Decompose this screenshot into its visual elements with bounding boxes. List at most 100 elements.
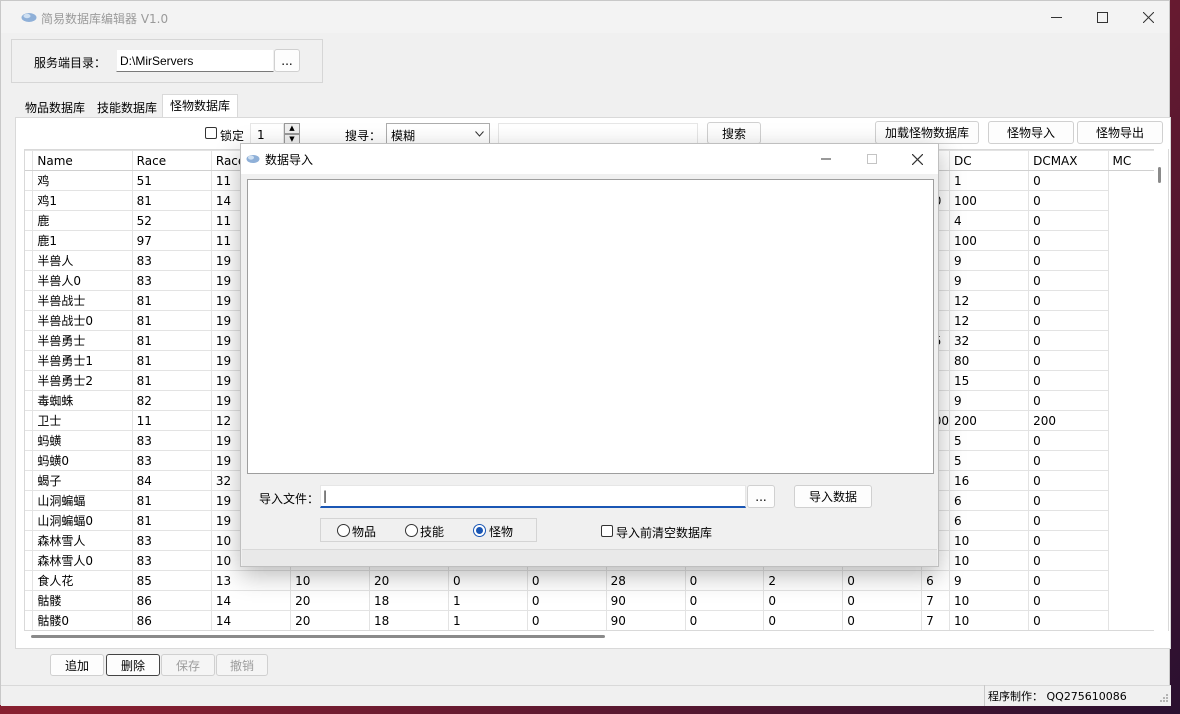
table-cell[interactable]: 0 bbox=[1028, 390, 1109, 411]
table-cell[interactable]: 100 bbox=[948, 190, 1030, 211]
table-cell[interactable]: 6 bbox=[921, 570, 950, 591]
import-data-button[interactable]: 导入数据 bbox=[794, 485, 872, 508]
table-cell[interactable]: 5 bbox=[948, 430, 1030, 451]
table-cell[interactable]: 0 bbox=[1028, 190, 1109, 211]
close-button[interactable] bbox=[1125, 1, 1171, 33]
table-cell[interactable]: 20 bbox=[290, 610, 371, 630]
tab-skills[interactable]: 技能数据库 bbox=[97, 99, 157, 116]
table-cell[interactable]: 0 bbox=[1028, 170, 1109, 191]
table-cell[interactable]: 0 bbox=[684, 610, 765, 630]
monster-export-button[interactable]: 怪物导出 bbox=[1077, 121, 1163, 144]
load-monster-db-button[interactable]: 加载怪物数据库 bbox=[875, 121, 979, 144]
table-cell[interactable]: 52 bbox=[131, 210, 212, 231]
table-cell[interactable]: 86 bbox=[131, 590, 212, 611]
table-cell[interactable]: 9 bbox=[948, 250, 1030, 271]
row-header[interactable] bbox=[25, 570, 34, 591]
table-cell[interactable]: 0 bbox=[684, 570, 765, 591]
table-cell[interactable]: 半兽战士 bbox=[32, 290, 133, 311]
table-cell[interactable]: 半兽人0 bbox=[32, 270, 133, 291]
table-cell[interactable]: 0 bbox=[1028, 270, 1109, 291]
table-cell[interactable]: 84 bbox=[131, 470, 212, 491]
table-cell[interactable]: 83 bbox=[131, 270, 212, 291]
row-header[interactable] bbox=[25, 390, 34, 411]
dialog-minimize-button[interactable] bbox=[803, 144, 849, 174]
table-cell[interactable]: 14 bbox=[210, 590, 292, 611]
import-browse-button[interactable]: ... bbox=[747, 485, 775, 508]
table-cell[interactable]: 鹿1 bbox=[32, 230, 133, 251]
table-cell[interactable]: 10 bbox=[948, 610, 1030, 630]
clear-before-import-checkbox[interactable] bbox=[601, 525, 613, 537]
table-cell[interactable]: 7 bbox=[921, 610, 950, 630]
table-cell[interactable]: 10 bbox=[948, 590, 1030, 611]
table-cell[interactable]: 9 bbox=[948, 570, 1030, 591]
table-cell[interactable]: 森林雪人 bbox=[32, 530, 133, 551]
minimize-button[interactable] bbox=[1033, 1, 1079, 33]
row-header[interactable] bbox=[25, 190, 34, 211]
table-cell[interactable]: 山洞蝙蝠 bbox=[32, 490, 133, 511]
row-header[interactable] bbox=[25, 550, 34, 571]
row-header[interactable] bbox=[25, 410, 34, 431]
dialog-close-button[interactable] bbox=[894, 144, 940, 174]
lock-checkbox[interactable] bbox=[205, 127, 217, 139]
server-directory-input[interactable]: D:\MirServers bbox=[116, 49, 274, 72]
row-header[interactable] bbox=[25, 350, 34, 371]
table-cell[interactable]: 山洞蝙蝠0 bbox=[32, 510, 133, 531]
row-header[interactable] bbox=[25, 590, 34, 611]
table-cell[interactable]: 半兽战士0 bbox=[32, 310, 133, 331]
row-header[interactable] bbox=[25, 510, 34, 531]
radio-items[interactable] bbox=[337, 524, 350, 537]
table-cell[interactable]: 0 bbox=[1028, 430, 1109, 451]
table-cell[interactable]: 100 bbox=[948, 230, 1030, 251]
table-cell[interactable]: 5 bbox=[948, 450, 1030, 471]
monster-import-button[interactable]: 怪物导入 bbox=[988, 121, 1074, 144]
table-cell[interactable]: 0 bbox=[1028, 370, 1109, 391]
table-cell[interactable]: 半兽勇士2 bbox=[32, 370, 133, 391]
table-cell[interactable]: 0 bbox=[842, 610, 923, 630]
lock-spin-input[interactable]: 1 bbox=[250, 123, 284, 145]
table-cell[interactable]: 10 bbox=[948, 550, 1030, 571]
table-cell[interactable]: 0 bbox=[1028, 250, 1109, 271]
table-cell[interactable]: 9 bbox=[948, 390, 1030, 411]
table-cell[interactable]: 14 bbox=[210, 610, 292, 630]
table-cell[interactable]: 90 bbox=[605, 610, 686, 630]
import-file-input[interactable]: | bbox=[320, 485, 746, 508]
server-browse-button[interactable]: ... bbox=[274, 49, 300, 72]
table-cell[interactable]: 81 bbox=[131, 330, 212, 351]
row-header[interactable] bbox=[25, 450, 34, 471]
tab-items[interactable]: 物品数据库 bbox=[25, 99, 85, 116]
table-cell[interactable]: 83 bbox=[131, 250, 212, 271]
table-cell[interactable]: 蝎子 bbox=[32, 470, 133, 491]
table-cell[interactable]: 200 bbox=[948, 410, 1030, 431]
row-header[interactable] bbox=[25, 370, 34, 391]
table-cell[interactable]: 蚂蟥0 bbox=[32, 450, 133, 471]
table-cell[interactable]: 6 bbox=[948, 510, 1030, 531]
table-cell[interactable]: 0 bbox=[1028, 330, 1109, 351]
table-cell[interactable]: 0 bbox=[526, 610, 607, 630]
row-header[interactable] bbox=[25, 530, 34, 551]
table-cell[interactable]: 83 bbox=[131, 430, 212, 451]
table-cell[interactable]: 森林雪人0 bbox=[32, 550, 133, 571]
search-input[interactable] bbox=[498, 123, 698, 144]
table-cell[interactable]: 18 bbox=[369, 610, 449, 630]
table-cell[interactable]: 4 bbox=[948, 210, 1030, 231]
row-header[interactable] bbox=[25, 610, 34, 630]
table-cell[interactable]: 13 bbox=[210, 570, 292, 591]
table-cell[interactable]: 骷髅 bbox=[32, 590, 133, 611]
row-header[interactable] bbox=[25, 470, 34, 491]
table-cell[interactable]: 12 bbox=[948, 310, 1030, 331]
table-cell[interactable]: 蚂蟥 bbox=[32, 430, 133, 451]
table-cell[interactable]: 0 bbox=[1028, 490, 1109, 511]
column-header[interactable]: DC bbox=[948, 150, 1030, 171]
column-header[interactable]: Name bbox=[32, 150, 133, 171]
table-cell[interactable]: 鸡 bbox=[32, 170, 133, 191]
table-cell[interactable]: 6 bbox=[948, 490, 1030, 511]
table-cell[interactable]: 10 bbox=[290, 570, 371, 591]
table-cell[interactable]: 83 bbox=[131, 450, 212, 471]
table-cell[interactable]: 0 bbox=[1028, 450, 1109, 471]
table-cell[interactable]: 11 bbox=[131, 410, 212, 431]
radio-skills[interactable] bbox=[405, 524, 418, 537]
table-cell[interactable]: 83 bbox=[131, 550, 212, 571]
table-cell[interactable]: 7 bbox=[921, 590, 950, 611]
table-cell[interactable]: 0 bbox=[526, 570, 607, 591]
table-cell[interactable]: 82 bbox=[131, 390, 212, 411]
